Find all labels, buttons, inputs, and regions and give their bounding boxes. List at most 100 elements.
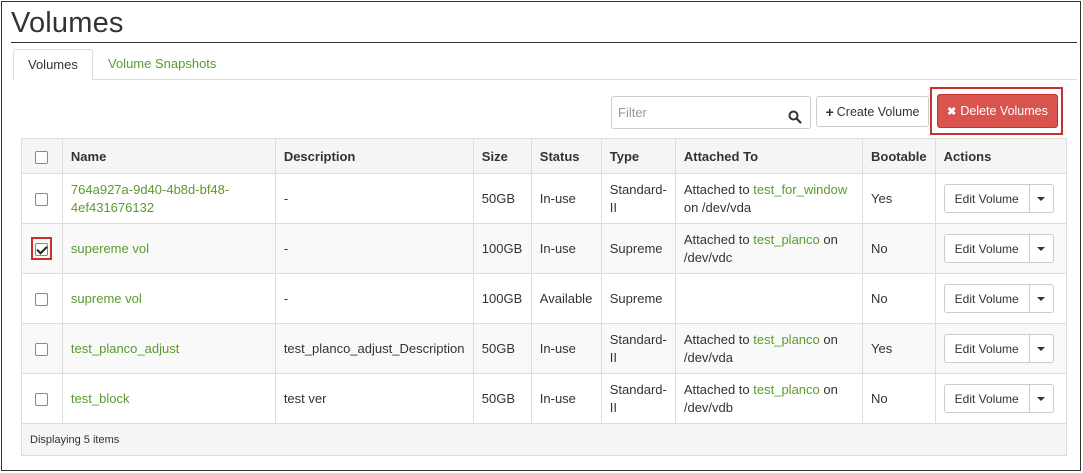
row-checkbox[interactable] [35, 343, 49, 357]
actions-cell: Edit Volume [934, 223, 1068, 274]
actions-cell: Edit Volume [934, 173, 1068, 224]
edit-volume-button[interactable]: Edit Volume [943, 384, 1030, 413]
table-footer-row: Displaying 5 items [21, 423, 1067, 456]
size-cell: 50GB [472, 373, 532, 424]
actions-dropdown-button[interactable] [1029, 184, 1054, 213]
header-status[interactable]: Status [530, 138, 602, 174]
page-title: Volumes [11, 7, 124, 39]
row-checkbox[interactable] [35, 293, 49, 307]
volume-name-cell: test_block [61, 373, 276, 424]
header-attached-to[interactable]: Attached To [674, 138, 864, 174]
table-row: supereme vol - 100GB In-use Supreme Atta… [21, 223, 1068, 274]
select-all-cell [21, 138, 63, 174]
header-size[interactable]: Size [472, 138, 532, 174]
delete-volumes-button[interactable]: ✖ Delete Volumes [937, 94, 1058, 128]
bootable-cell: No [862, 273, 936, 324]
volume-name-link[interactable]: 764a927a-9d40-4b8d-bf48- 4ef431676132 [71, 182, 229, 215]
header-type[interactable]: Type [600, 138, 676, 174]
filter-box [611, 96, 811, 129]
row-checkbox-cell [21, 223, 63, 274]
caret-down-icon [1037, 296, 1046, 301]
tab-volume-snapshots[interactable]: Volume Snapshots [93, 49, 231, 80]
attached-cell [674, 273, 864, 324]
edit-volume-button[interactable]: Edit Volume [943, 184, 1030, 213]
description-cell: - [274, 173, 474, 224]
filter-input[interactable] [612, 97, 782, 128]
caret-down-icon [1037, 246, 1046, 251]
size-cell: 50GB [472, 173, 532, 224]
description-cell: test ver [274, 373, 474, 424]
tab-volumes[interactable]: Volumes [13, 49, 93, 81]
description-cell: test_planco_adjust_Description [274, 323, 474, 374]
status-cell: In-use [530, 173, 602, 224]
caret-down-icon [1037, 346, 1046, 351]
header-name[interactable]: Name [61, 138, 276, 174]
plus-icon: + [825, 103, 834, 120]
edit-volume-button[interactable]: Edit Volume [943, 334, 1030, 363]
bootable-cell: Yes [862, 323, 936, 374]
create-volume-button[interactable]: + Create Volume [816, 96, 929, 127]
description-cell: - [274, 223, 474, 274]
close-icon: ✖ [947, 105, 957, 118]
type-cell: Standard- II [600, 373, 676, 424]
row-checkbox-cell [21, 373, 63, 424]
type-cell: Supreme [600, 223, 676, 274]
volume-name-cell: 764a927a-9d40-4b8d-bf48- 4ef431676132 [61, 173, 276, 224]
edit-volume-button[interactable]: Edit Volume [943, 234, 1030, 263]
status-cell: In-use [530, 223, 602, 274]
actions-cell: Edit Volume [934, 373, 1068, 424]
actions-dropdown-button[interactable] [1029, 284, 1054, 313]
volume-name-link[interactable]: test_block [71, 391, 130, 406]
bootable-cell: No [862, 223, 936, 274]
actions-dropdown-button[interactable] [1029, 334, 1054, 363]
attached-cell: Attached to test_for_window on /dev/vda [674, 173, 864, 224]
table-row: test_block test ver 50GB In-use Standard… [21, 373, 1068, 424]
attached-cell: Attached to test_planco on/dev/vdc [674, 223, 864, 274]
instance-link[interactable]: test_planco [753, 332, 820, 347]
table-row: test_planco_adjust test_planco_adjust_De… [21, 323, 1068, 374]
size-cell: 100GB [472, 223, 532, 274]
type-cell: Standard- II [600, 173, 676, 224]
size-cell: 100GB [472, 273, 532, 324]
table-row: 764a927a-9d40-4b8d-bf48- 4ef431676132 - 5… [21, 173, 1068, 224]
row-checkbox[interactable] [35, 243, 49, 257]
edit-volume-button[interactable]: Edit Volume [943, 284, 1030, 313]
status-cell: In-use [530, 373, 602, 424]
header-description[interactable]: Description [274, 138, 474, 174]
volume-name-cell: supereme vol [61, 223, 276, 274]
status-cell: Available [530, 273, 602, 324]
volume-name-cell: supreme vol [61, 273, 276, 324]
create-volume-label: Create Volume [836, 104, 920, 119]
item-count: Displaying 5 items [21, 423, 1067, 456]
header-bootable[interactable]: Bootable [862, 138, 936, 174]
actions-dropdown-button[interactable] [1029, 384, 1054, 413]
instance-link[interactable]: test_planco [753, 382, 820, 397]
row-checkbox[interactable] [35, 393, 49, 407]
type-cell: Supreme [600, 273, 676, 324]
bootable-cell: Yes [862, 173, 936, 224]
attached-cell: Attached to test_planco on/dev/vda [674, 323, 864, 374]
bootable-cell: No [862, 373, 936, 424]
volume-name-link[interactable]: test_planco_adjust [71, 341, 179, 356]
instance-link[interactable]: test_planco [753, 232, 820, 247]
delete-volumes-label: Delete Volumes [960, 104, 1048, 118]
row-checkbox[interactable] [35, 193, 49, 207]
title-divider [11, 42, 1077, 43]
size-cell: 50GB [472, 323, 532, 374]
row-checkbox-cell [21, 323, 63, 374]
attached-cell: Attached to test_planco on/dev/vdb [674, 373, 864, 424]
select-all-checkbox[interactable] [35, 150, 49, 164]
volume-name-link[interactable]: supereme vol [71, 241, 149, 256]
actions-dropdown-button[interactable] [1029, 234, 1054, 263]
table-row: supreme vol - 100GB Available Supreme No… [21, 273, 1068, 324]
volumes-table: Name Description Size Status Type Attach… [21, 138, 1068, 456]
caret-down-icon [1037, 196, 1046, 201]
row-checkbox-cell [21, 173, 63, 224]
row-checkbox-cell [21, 273, 63, 324]
actions-cell: Edit Volume [934, 323, 1068, 374]
description-cell: - [274, 273, 474, 324]
volume-name-link[interactable]: supreme vol [71, 291, 142, 306]
search-icon[interactable] [788, 110, 802, 124]
volume-name-cell: test_planco_adjust [61, 323, 276, 374]
instance-link[interactable]: test_for_window [753, 182, 847, 197]
